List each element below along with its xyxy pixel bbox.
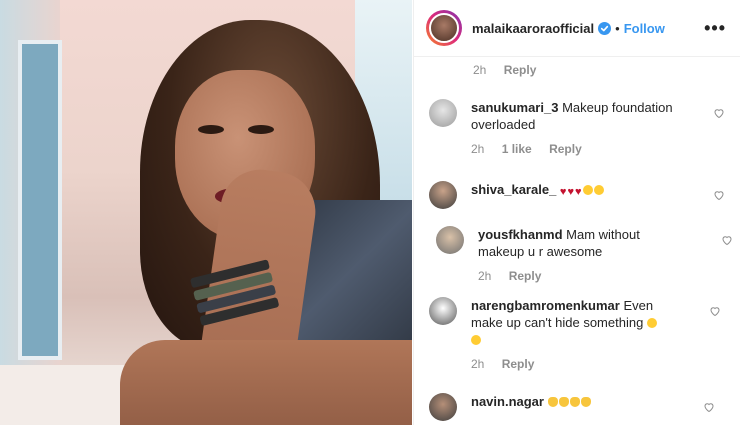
list-item: yousfkhanmd Mam without makeup u r aweso… (436, 226, 732, 283)
avatar[interactable] (429, 297, 457, 325)
comment-time: 2h (471, 142, 485, 156)
avatar[interactable] (429, 13, 459, 43)
comment-meta: 2h Reply (473, 63, 550, 77)
comment-body: navin.nagar (471, 393, 686, 410)
list-item: shiva_karale_ ♥♥♥ (429, 181, 729, 209)
comment-meta: 2h Reply (471, 357, 729, 371)
heart-icon[interactable] (713, 189, 725, 201)
heart-icon[interactable] (713, 107, 725, 119)
emoji-heart-eyes-icon (593, 185, 604, 195)
avatar[interactable] (429, 99, 457, 127)
comment-username[interactable]: sanukumari_3 (471, 100, 558, 115)
photo-subject-forearm (120, 340, 412, 425)
heart-icon[interactable] (721, 234, 733, 246)
comment-time: 2h (478, 269, 492, 283)
emoji-heart-eyes-icon (582, 185, 593, 195)
photo-subject-eye (248, 125, 274, 134)
emoji-tongue-face-icon (646, 318, 657, 328)
reply-button[interactable]: Reply (502, 357, 535, 371)
separator-dot: • (615, 20, 620, 36)
emoji-hand-icon (569, 397, 580, 407)
photo-subject-eye (198, 125, 224, 134)
reply-button[interactable]: Reply (509, 269, 542, 283)
profile-avatar-ring[interactable] (426, 10, 462, 46)
post-author-username[interactable]: malaikaaroraofficial (472, 21, 594, 36)
comment-meta: 2h Reply (478, 269, 729, 283)
follow-button[interactable]: Follow (624, 21, 665, 36)
heart-icon[interactable] (703, 401, 715, 413)
comment-username[interactable]: shiva_karale_ (471, 182, 556, 197)
comment-username[interactable]: narengbamromenkumar (471, 298, 620, 313)
emoji-heart-icon: ♥ (559, 186, 567, 198)
reply-button[interactable]: Reply (549, 142, 582, 156)
comment-username[interactable]: yousfkhanmd (478, 227, 563, 242)
list-item: narengbamromenkumar Even make up can't h… (429, 297, 729, 371)
comment-body: yousfkhanmd Mam without makeup u r aweso… (478, 226, 658, 260)
comment-username[interactable]: navin.nagar (471, 394, 544, 409)
post-header: malaikaaroraofficial • Follow ••• (414, 0, 740, 57)
emoji-tongue-face-icon (471, 335, 481, 345)
emoji-hand-icon (558, 397, 569, 407)
comment-meta: 2h 1 like Reply (471, 142, 729, 156)
comment-body: shiva_karale_ ♥♥♥ (471, 181, 686, 201)
likes-count[interactable]: 1 like (502, 142, 532, 156)
emoji-heart-icon: ♥ (574, 186, 582, 198)
reply-button[interactable]: Reply (504, 63, 537, 77)
emoji-hand-icon (580, 397, 591, 407)
comment-time: 2h (473, 63, 487, 77)
avatar[interactable] (429, 181, 457, 209)
comments-panel: malaikaaroraofficial • Follow ••• 2h Rep… (413, 0, 740, 425)
emoji-heart-icon: ♥ (567, 186, 574, 198)
list-item: navin.nagar (429, 393, 729, 421)
comment-time: 2h (471, 357, 485, 371)
emoji-hand-icon (547, 397, 558, 407)
comment-body: narengbamromenkumar Even make up can't h… (471, 297, 686, 348)
more-options-icon[interactable]: ••• (704, 18, 726, 39)
post-photo[interactable] (0, 0, 412, 425)
list-item: sanukumari_3 Makeup foundation overloade… (429, 99, 729, 156)
verified-badge-icon (598, 21, 612, 35)
avatar[interactable] (436, 226, 464, 254)
heart-icon[interactable] (709, 305, 721, 317)
avatar[interactable] (429, 393, 457, 421)
photo-background-door (18, 40, 62, 360)
comment-body: sanukumari_3 Makeup foundation overloade… (471, 99, 686, 133)
